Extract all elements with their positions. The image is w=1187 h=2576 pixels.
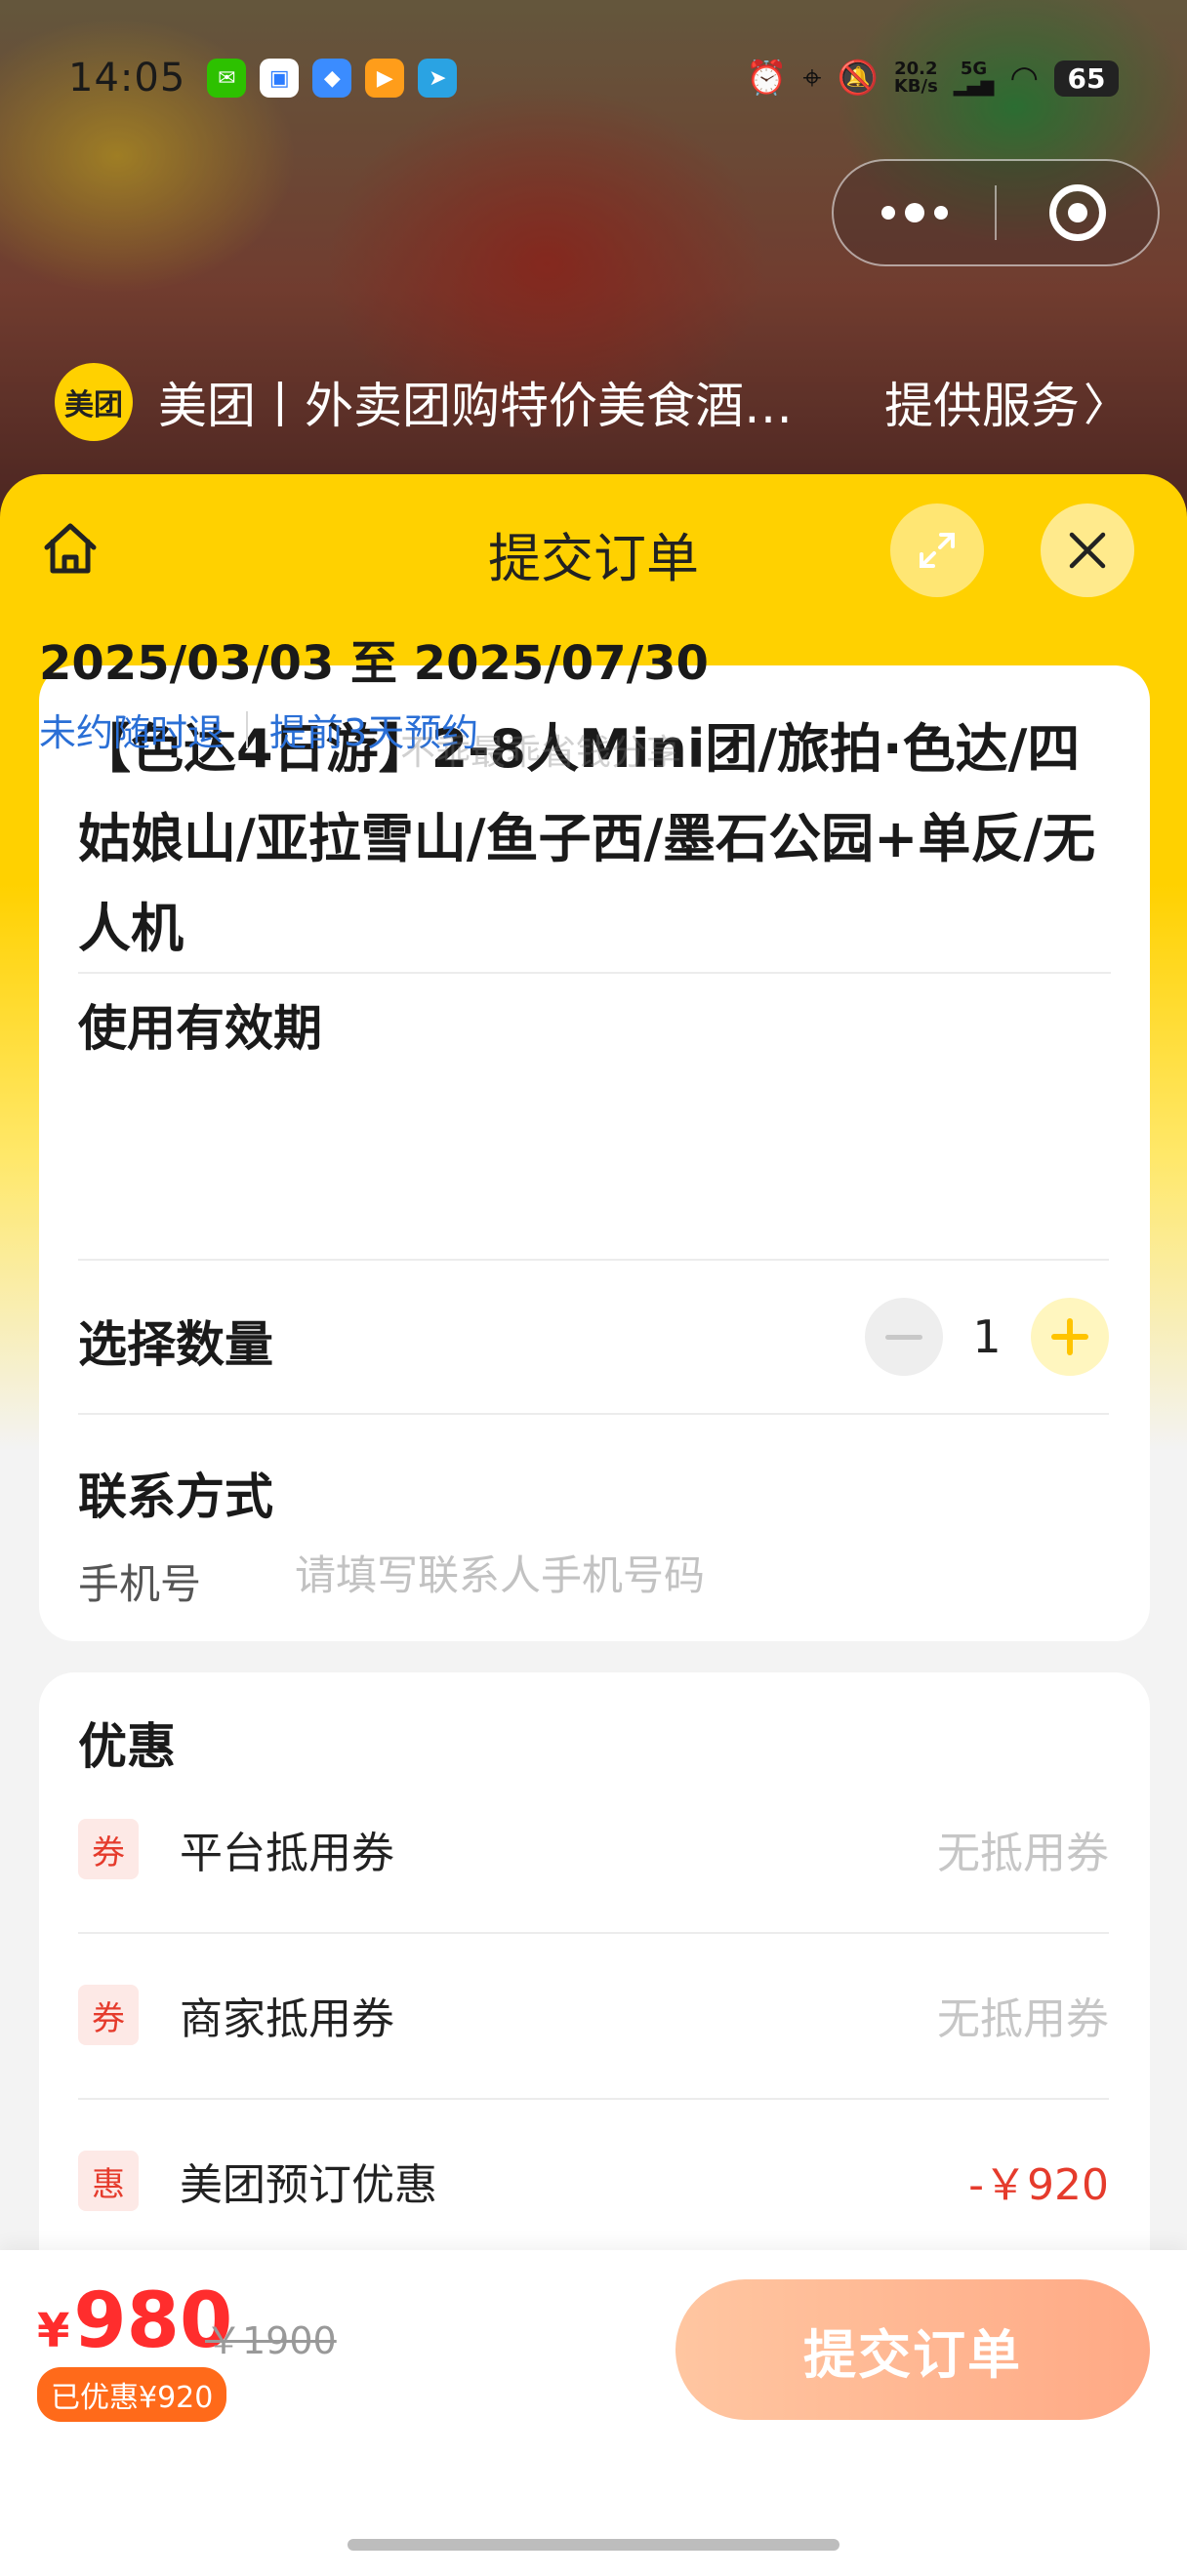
increase-button[interactable] <box>1031 1298 1109 1376</box>
tag-refund[interactable]: 未约随时退 <box>39 703 225 756</box>
chevron-right-icon: 〉 <box>1084 379 1128 431</box>
more-menu-button[interactable] <box>834 161 995 264</box>
quantity-label: 选择数量 <box>78 1316 273 1373</box>
miniprogram-capsule <box>832 159 1160 266</box>
currency-symbol: ¥ <box>37 2304 70 2358</box>
close-button[interactable] <box>1041 503 1134 597</box>
discount-value: 无抵用券 <box>937 1994 1109 2044</box>
watermark: 不乖最乖省钱分享 <box>400 733 682 773</box>
phone-input[interactable] <box>295 1544 1095 1606</box>
submit-order-button[interactable]: 提交订单 <box>675 2279 1150 2420</box>
minus-icon <box>885 1334 922 1340</box>
meituan-logo: 美团 <box>55 363 133 441</box>
sheet-header: 提交订单 <box>0 474 1187 621</box>
telegram-icon: ➤ <box>418 59 458 98</box>
original-price: ￥1900 <box>205 2319 337 2362</box>
discount-badge: 惠 <box>78 2151 139 2211</box>
net-speed-unit: KB/s <box>893 76 938 97</box>
validity-label: 使用有效期 <box>78 1000 322 1057</box>
meituan-booking-discount-row: 惠 美团预订优惠 -￥920 <box>78 2098 1109 2264</box>
battery-level: 65 <box>1054 60 1119 97</box>
more-dots-icon <box>880 203 948 222</box>
divider <box>78 1413 1109 1415</box>
net-speed: 20.2 KB/s <box>894 60 938 96</box>
message-app-icon: ▣ <box>260 59 300 98</box>
provide-service-label: 提供服务 <box>884 378 1080 434</box>
home-indicator[interactable] <box>348 2539 839 2551</box>
discount-name: 平台抵用券 <box>180 1829 394 1878</box>
provide-service-link[interactable]: 提供服务 〉 <box>884 367 1128 437</box>
coupon-badge: 券 <box>78 1985 139 2045</box>
phone-label: 手机号 <box>78 1560 202 1608</box>
status-right: ⏰ ⌖ 🔕 20.2 KB/s 5G ▂▄▆ ◠ 65 <box>746 59 1119 98</box>
video-app-icon: ▶ <box>365 59 405 98</box>
platform-coupon-row[interactable]: 券 平台抵用券 无抵用券 <box>78 1766 1109 1932</box>
discount-value: 无抵用券 <box>937 1829 1109 1878</box>
divider <box>78 972 1111 974</box>
discount-value: -￥920 <box>968 2160 1109 2210</box>
validity-range: 2025/03/03 至 2025/07/30 <box>39 636 709 691</box>
network-type: 5G <box>960 59 988 79</box>
exit-miniprogram-button[interactable] <box>997 161 1158 264</box>
discount-name: 美团预订优惠 <box>180 2160 437 2210</box>
status-app-icons: ✉ ▣ ◆ ▶ ➤ <box>207 59 458 98</box>
files-app-icon: ◆ <box>312 59 352 98</box>
location-icon: ⌖ <box>802 59 822 98</box>
decrease-button[interactable] <box>865 1298 943 1376</box>
status-time: 14:05 <box>68 56 186 101</box>
signal-icon: 5G ▂▄▆ <box>953 59 995 97</box>
status-bar: 14:05 ✉ ▣ ◆ ▶ ➤ ⏰ ⌖ 🔕 20.2 KB/s 5G ▂▄▆ ◠ … <box>0 39 1187 117</box>
quantity-value: 1 <box>972 1310 1002 1363</box>
divider <box>78 1259 1109 1261</box>
tag-separator <box>246 710 249 748</box>
checkout-bar: ¥ 980 ￥1900 已优惠¥920 提交订单 <box>0 2250 1187 2576</box>
quantity-stepper: 1 <box>865 1298 1109 1376</box>
wifi-icon: ◠ <box>1009 59 1039 98</box>
discount-name: 商家抵用券 <box>180 1994 394 2044</box>
mute-bell-icon: 🔕 <box>837 59 879 98</box>
close-icon <box>1069 532 1106 569</box>
page-title: 提交订单 <box>488 528 699 589</box>
expand-icon <box>920 533 955 568</box>
service-name: 美团丨外卖团购特价美食酒… <box>158 378 793 434</box>
final-price: ¥ 980 <box>37 2277 232 2365</box>
saved-badge: 已优惠¥920 <box>37 2367 227 2422</box>
coupon-badge: 券 <box>78 1819 139 1879</box>
merchant-coupon-row[interactable]: 券 商家抵用券 无抵用券 <box>78 1932 1109 2098</box>
expand-button[interactable] <box>890 503 984 597</box>
alarm-icon: ⏰ <box>745 59 788 98</box>
service-provider-row[interactable]: 美团 美团丨外卖团购特价美食酒… 提供服务 〉 <box>55 363 1128 441</box>
target-icon <box>1048 184 1106 241</box>
wechat-icon: ✉ <box>207 59 247 98</box>
contact-label: 联系方式 <box>78 1469 273 1525</box>
